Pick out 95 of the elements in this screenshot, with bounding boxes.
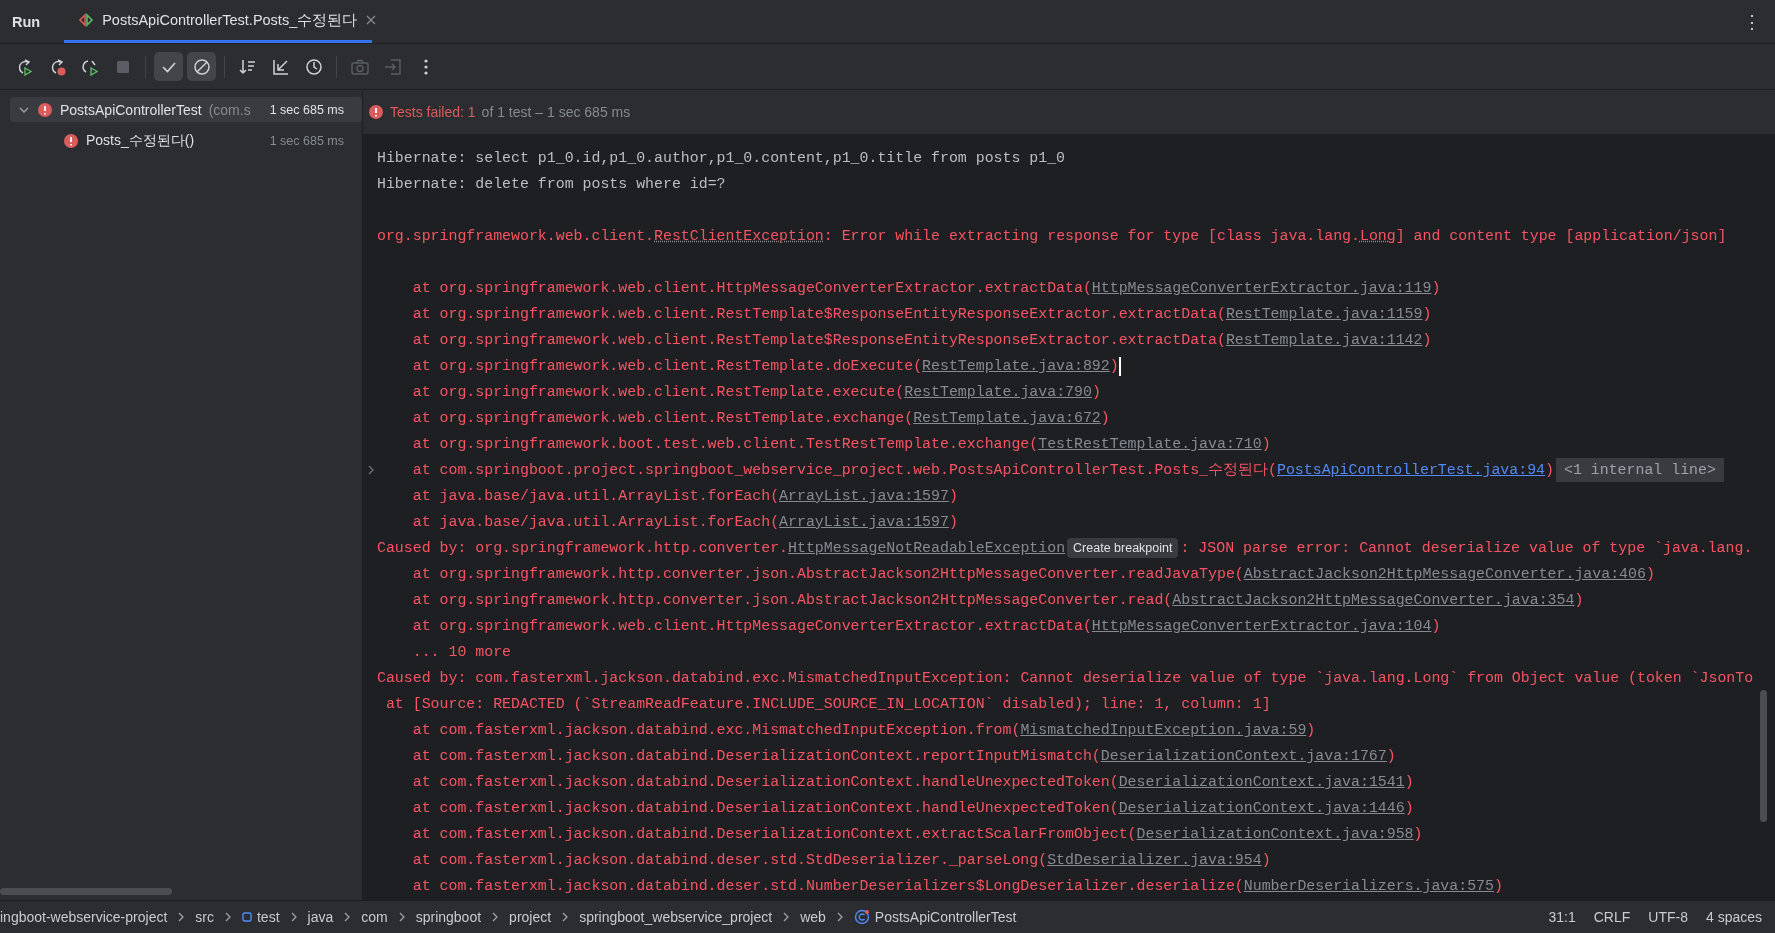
console-line: at org.springframework.web.client.RestTemplate$ResponseEntityResponseExtractor.extractData(RestTemplate.java:1159)	[412, 305, 1432, 324]
console-line: ... 10 more	[412, 643, 512, 662]
source-link[interactable]: RestTemplate.java:1159	[1225, 306, 1423, 322]
source-link[interactable]: AbstractJackson2HttpMessageConverter.java:354	[1172, 592, 1575, 608]
internal-lines-badge[interactable]: <1 internal line>	[1556, 458, 1724, 482]
console-line: at com.fasterxml.jackson.databind.deser.std.NumberDeserializers$LongDeserializer.deserialize(NumberDeserializers.java:575)	[412, 877, 1503, 896]
console-line: at org.springframework.web.client.RestTemplate.doExecute(RestTemplate.java:892)	[412, 357, 1119, 376]
console-line: at org.springframework.web.client.HttpMessageConverterExtractor.extractData(HttpMessageConverterExtractor.java:104)	[412, 617, 1441, 636]
console-line: org.springframework.web.client.RestClientException: Error while extracting response for type [class java.lang.Long] and content type [application/json]	[377, 227, 1727, 246]
breadcrumb[interactable]: com	[361, 909, 388, 925]
test-tree-item[interactable]: Posts_수정된다() 1 sec 685 ms	[10, 128, 362, 153]
console-line: Hibernate: select p1_0.id,p1_0.author,p1_0.content,p1_0.title from posts p1_0	[377, 149, 1066, 168]
console-line: at com.fasterxml.jackson.databind.DeserializationContext.handleUnexpectedToken(DeserializationContext.java:1541)	[412, 773, 1414, 792]
source-link[interactable]: RestTemplate.java:790	[904, 384, 1092, 400]
console-line: at org.springframework.web.client.RestTemplate.exchange(RestTemplate.java:672)	[412, 409, 1110, 428]
source-link[interactable]: RestTemplate.java:672	[913, 410, 1101, 426]
console-line: Hibernate: delete from posts where id=?	[377, 175, 726, 194]
console-line: at org.springframework.web.client.HttpMessageConverterExtractor.extractData(HttpMessageConverterExtractor.java:119)	[412, 279, 1441, 298]
console-line: at org.springframework.boot.test.web.client.TestRestTemplate.exchange(TestRestTemplate.java:710)	[412, 435, 1271, 454]
source-link[interactable]: RestTemplate.java:892	[922, 358, 1110, 374]
chevron-right-icon	[782, 911, 791, 923]
breadcrumb[interactable]: project	[509, 909, 552, 925]
console-line: Caused by: org.springframework.http.converter.HttpMessageNotReadableException Create breakpoint : JSON parse error: Cannot deserialize value of type `java.lang.	[377, 537, 1753, 560]
breadcrumb[interactable]: java	[307, 909, 334, 925]
source-link[interactable]: PostsApiControllerTest.java:94	[1276, 462, 1546, 478]
ban-icon	[191, 56, 212, 77]
breadcrumb[interactable]: ingboot-webservice-project	[0, 909, 168, 925]
test-tree-item[interactable]: PostsApiControllerTest (com.s 1 sec 685 ms	[10, 97, 362, 122]
tool-window-title: Run	[11, 12, 42, 32]
source-link[interactable]: HttpMessageConverterExtractor.java:119	[1091, 280, 1432, 296]
source-link[interactable]: AbstractJackson2HttpMessageConverter.java:406	[1243, 566, 1646, 582]
chevron-right-icon[interactable]	[366, 464, 376, 476]
source-link[interactable]: DeserializationContext.java:1767	[1100, 748, 1387, 764]
source-link[interactable]: RestTemplate.java:1142	[1225, 332, 1423, 348]
vertical-scrollbar[interactable]	[1760, 690, 1767, 822]
console-line: at com.fasterxml.jackson.databind.deser.std.StdDeserializer._parseLong(StdDeserializer.java:954)	[412, 851, 1271, 870]
breadcrumb[interactable]: springboot	[415, 909, 482, 925]
console-line: at org.springframework.web.client.RestTemplate.execute(RestTemplate.java:790)	[412, 383, 1101, 402]
test-summary-text: of 1 test – 1 sec 685 ms	[481, 104, 631, 120]
console-line: at org.springframework.http.converter.json.AbstractJackson2HttpMessageConverter.readJavaType(AbstractJackson2HttpMessageConverter.java:406)	[412, 565, 1655, 584]
breadcrumb[interactable]: springboot_webservice_project	[579, 909, 773, 925]
chevron-right-icon	[561, 911, 570, 923]
run-tab[interactable]: PostsApiControllerTest.Posts_수정된다	[64, 0, 373, 43]
folder-icon	[242, 912, 252, 922]
more-icon	[423, 58, 428, 75]
file-encoding[interactable]: UTF-8	[1639, 909, 1697, 925]
source-link[interactable]: DeserializationContext.java:958	[1136, 826, 1414, 842]
console-line: at com.fasterxml.jackson.databind.DeserializationContext.extractScalarFromObject(DeserializationContext.java:958)	[412, 825, 1423, 844]
console-line: at org.springframework.http.converter.json.AbstractJackson2HttpMessageConverter.read(AbstractJackson2HttpMessageConverter.java:354)	[412, 591, 1584, 610]
source-link[interactable]: TestRestTemplate.java:710	[1038, 436, 1262, 452]
chevron-right-icon	[289, 911, 298, 923]
chevron-right-icon	[224, 911, 232, 923]
chevron-right-icon	[177, 911, 186, 923]
source-link[interactable]: HttpMessageConverterExtractor.java:104	[1091, 618, 1432, 634]
caret-position[interactable]: 31:1	[1539, 909, 1585, 925]
source-link[interactable]: ArrayList.java:1597	[779, 514, 949, 530]
breadcrumb[interactable]: web	[800, 909, 826, 925]
source-link[interactable]: MismatchedInputException.java:59	[1020, 722, 1307, 738]
chevron-right-icon	[835, 911, 844, 923]
console-line: at com.fasterxml.jackson.databind.DeserializationContext.handleUnexpectedToken(DeserializationContext.java:1446)	[412, 799, 1414, 818]
console-line: at [Source: REDACTED (`StreamReadFeature.INCLUDE_SOURCE_IN_LOCATION` disabled); line: 1, column: 1]	[385, 695, 1271, 714]
source-link[interactable]: HttpMessageNotReadableException	[788, 540, 1066, 556]
chevron-right-icon	[343, 911, 352, 923]
horizontal-scrollbar[interactable]	[0, 888, 172, 895]
breadcrumb[interactable]: test	[242, 909, 280, 925]
console-line: at java.base/java.util.ArrayList.forEach(ArrayList.java:1597)	[412, 487, 958, 506]
console-line: at org.springframework.web.client.RestTemplate$ResponseEntityResponseExtractor.extractData(RestTemplate.java:1142)	[412, 331, 1432, 350]
source-link[interactable]: ArrayList.java:1597	[779, 488, 949, 504]
more-menu-button[interactable]: ⋮	[1729, 0, 1775, 43]
tests-failed-label: Tests failed: 1	[390, 104, 476, 120]
line-separator[interactable]: CRLF	[1584, 909, 1640, 925]
source-link[interactable]: NumberDeserializers.java:575	[1243, 878, 1494, 894]
export-icon	[382, 56, 403, 77]
breadcrumb[interactable]: src	[195, 909, 214, 925]
breadcrumb[interactable]: PostsApiControllerTest	[853, 909, 1017, 925]
indent-setting[interactable]: 4 spaces	[1696, 909, 1771, 925]
source-link[interactable]: DeserializationContext.java:1541	[1118, 774, 1405, 790]
source-link[interactable]: DeserializationContext.java:1446	[1118, 800, 1405, 816]
show-passed-button[interactable]	[154, 52, 183, 81]
close-icon[interactable]	[365, 14, 378, 26]
chevron-right-icon	[491, 911, 500, 923]
class-icon	[853, 909, 870, 925]
class-link[interactable]: Long	[1359, 228, 1396, 244]
test-status-icon	[78, 12, 95, 28]
console-line: Caused by: com.fasterxml.jackson.databind.exc.MismatchedInputException: Cannot deserialize value of type `java.lang.Long` from Object value (token `JsonTo	[377, 669, 1754, 688]
console-line: at com.springboot.project.springboot_webservice_project.web.PostsApiControllerTest.Posts_수정된다(PostsApiControllerTest.java:94) <1 internal line>	[412, 457, 1724, 483]
chevron-right-icon	[397, 911, 406, 923]
console-line: at com.fasterxml.jackson.databind.DeserializationContext.reportInputMismatch(DeserializationContext.java:1767)	[412, 747, 1396, 766]
show-ignored-button[interactable]	[187, 52, 216, 81]
console-line: at java.base/java.util.ArrayList.forEach(ArrayList.java:1597)	[412, 513, 958, 532]
create-breakpoint-button[interactable]: Create breakpoint	[1067, 538, 1179, 558]
clock-icon	[303, 56, 324, 77]
class-link[interactable]: RestClientException	[654, 228, 824, 244]
console-line: at com.fasterxml.jackson.databind.exc.MismatchedInputException.from(MismatchedInputException.java:59)	[412, 721, 1316, 740]
source-link[interactable]: StdDeserializer.java:954	[1047, 852, 1262, 868]
